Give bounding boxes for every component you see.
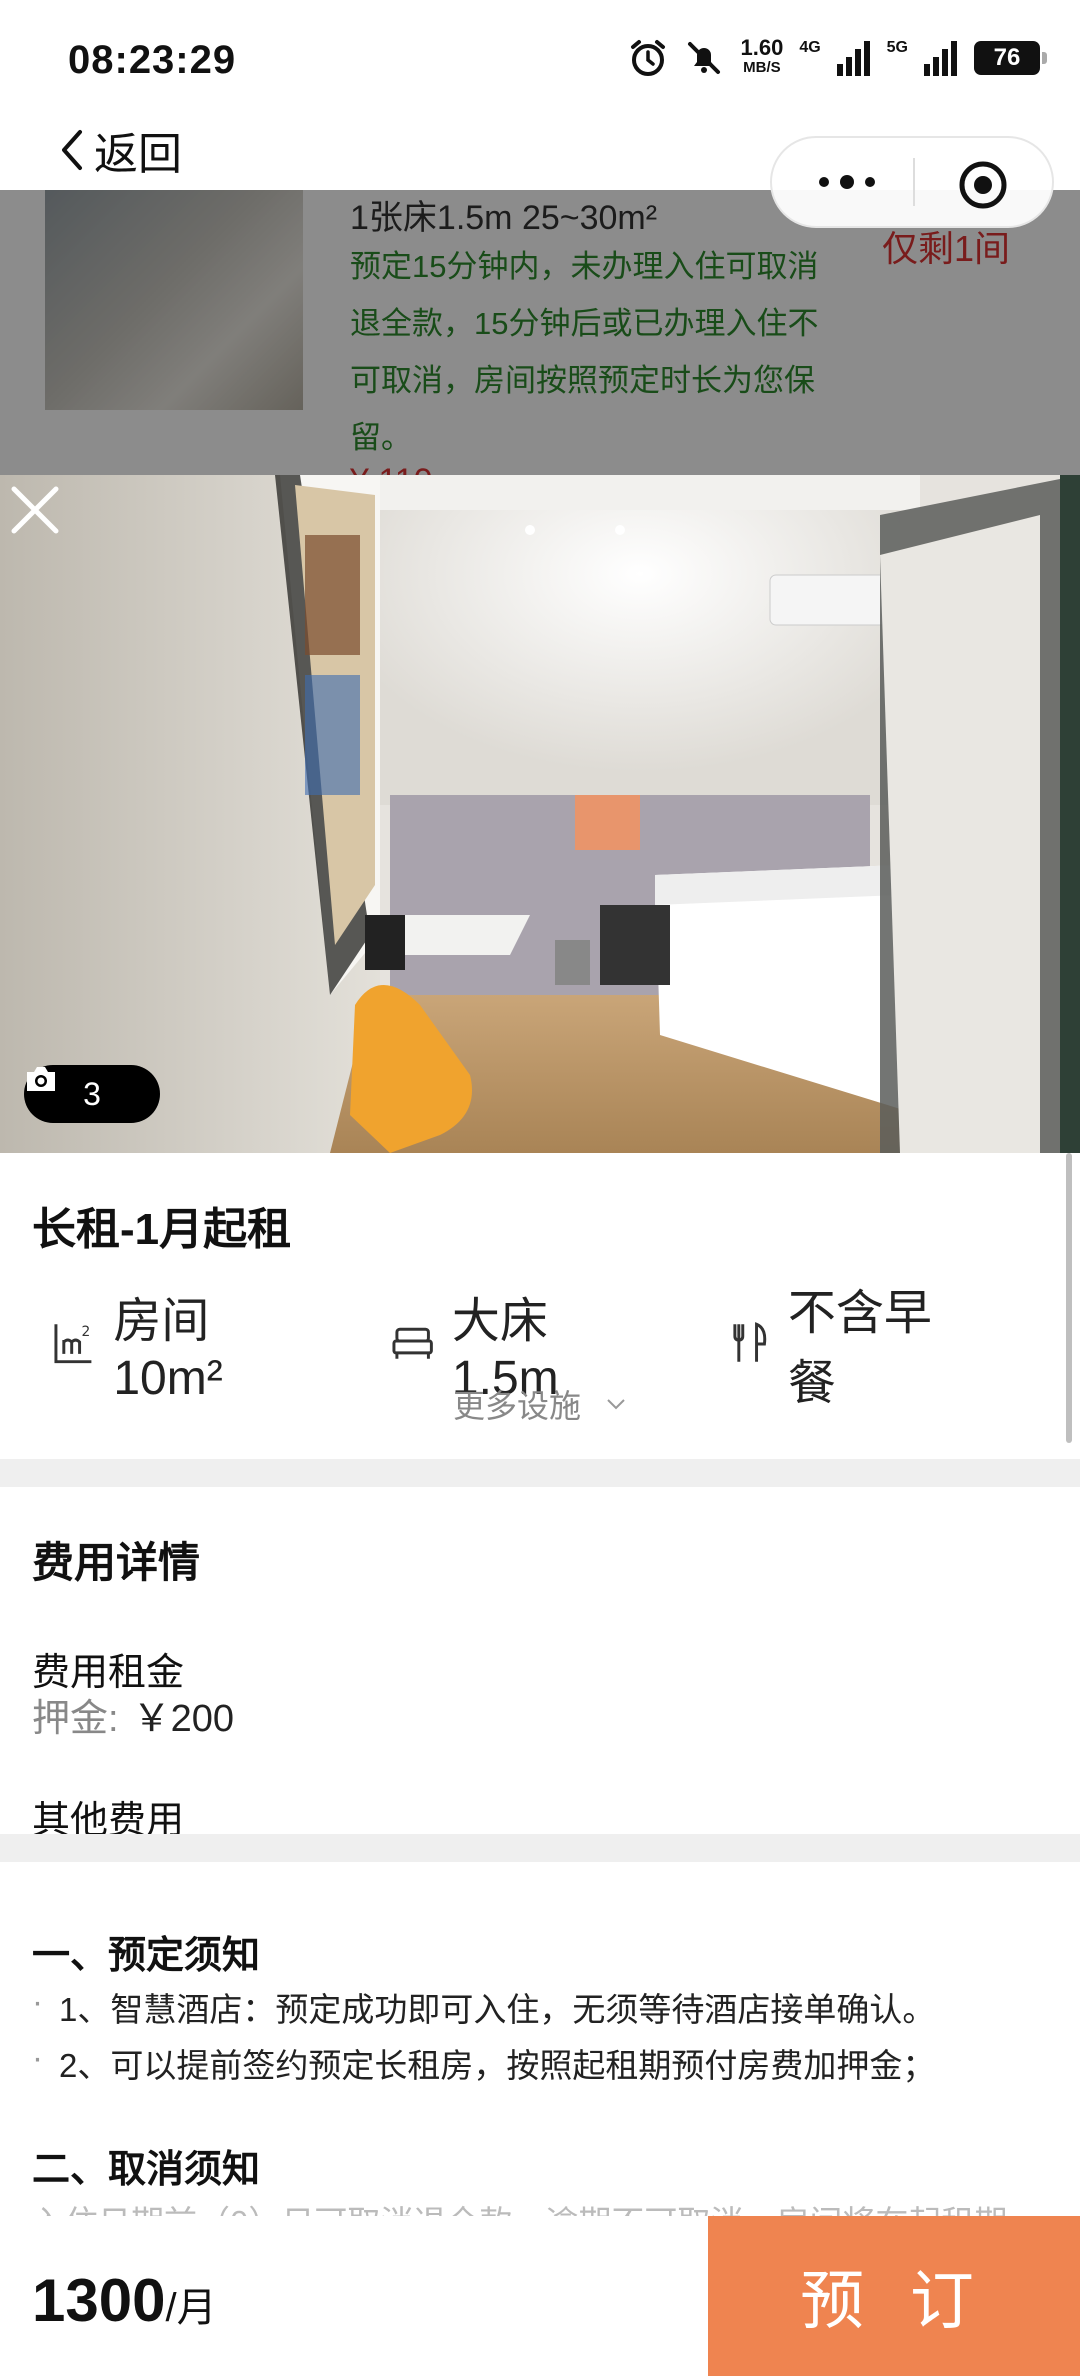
fee-deposit-value: ￥200 bbox=[132, 1698, 234, 1740]
booking-notice-title: 一、预定须知 bbox=[32, 1935, 261, 1977]
more-facilities-button[interactable]: 更多设施 bbox=[0, 1381, 1080, 1427]
signal-1-label: 4G bbox=[799, 39, 821, 56]
chevron-left-icon bbox=[62, 130, 82, 170]
booking-notice-item: · 1、智慧酒店：预定成功即可入住，无须等待酒店接单确认。 bbox=[32, 1983, 935, 2031]
alarm-icon bbox=[631, 40, 666, 76]
signal-1-icon bbox=[836, 41, 870, 76]
back-button[interactable]: 返回 bbox=[56, 110, 182, 190]
status-time: 08:23:29 bbox=[68, 38, 237, 82]
miniprogram-capsule bbox=[770, 136, 1054, 228]
capsule-divider bbox=[913, 158, 915, 206]
fee-deposit-label: 押金: bbox=[32, 1698, 119, 1740]
room-photo-illustration bbox=[0, 475, 1080, 1153]
bullet: · bbox=[32, 1983, 43, 2020]
camera-icon bbox=[27, 1067, 55, 1091]
room-title: 长租-1月起租 bbox=[32, 1205, 292, 1254]
room-detail-sheet: 长租-1月起租 2 房间10m² 大床1.5m 不含早餐 更多设施 费用详情 费… bbox=[0, 1153, 1080, 2216]
svg-text:2: 2 bbox=[82, 1324, 91, 1340]
status-bar: 08:23:29 1.60 MB/S 4G 5G 76 bbox=[0, 0, 1080, 120]
net-speed-unit: MB/S bbox=[743, 59, 781, 76]
modal-backdrop[interactable] bbox=[0, 190, 1080, 475]
booking-notice-item: · 2、可以提前签约预定长租房，按照起租期预付房费加押金； bbox=[32, 2039, 935, 2087]
bed-icon bbox=[392, 1327, 433, 1359]
status-icons: 1.60 MB/S 4G 5G 76 bbox=[628, 35, 1047, 78]
signal-2-icon bbox=[924, 41, 957, 76]
net-speed-value: 1.60 bbox=[740, 35, 784, 60]
section-divider bbox=[0, 1459, 1080, 1487]
book-button[interactable]: 预 订 bbox=[708, 2216, 1080, 2376]
chevron-down-icon bbox=[607, 1399, 625, 1410]
fee-deposit: 押金: ￥200 bbox=[32, 1687, 234, 1742]
back-label: 返回 bbox=[94, 130, 182, 179]
room-photo[interactable]: 3 bbox=[0, 475, 1080, 1153]
price-unit: /月 bbox=[165, 2286, 217, 2330]
bullet: · bbox=[32, 2039, 43, 2076]
booking-notice-text: 2、可以提前签约预定长租房，按照起租期预付房费加押金； bbox=[59, 2047, 936, 2084]
more-facilities-label: 更多设施 bbox=[452, 1388, 581, 1424]
cancel-notice-title: 二、取消须知 bbox=[32, 2149, 261, 2191]
photo-count-badge[interactable]: 3 bbox=[24, 1065, 160, 1123]
cancel-notice-text: 入住日期前（0）日可取消退全款，逾期不可取消，房间将在起租期 bbox=[32, 2196, 1007, 2216]
area-icon: 2 bbox=[54, 1324, 92, 1364]
scroll-indicator[interactable] bbox=[1066, 1153, 1072, 1443]
section-divider bbox=[0, 1834, 1080, 1862]
net-speed: 1.60 MB/S bbox=[740, 35, 784, 78]
cutlery-icon bbox=[732, 1322, 766, 1362]
mute-bell-icon bbox=[688, 42, 721, 74]
booking-notice-text: 1、智慧酒店：预定成功即可入住，无须等待酒店接单确认。 bbox=[59, 1991, 936, 2028]
signal-2-label: 5G bbox=[886, 39, 908, 56]
close-miniprogram-icon[interactable] bbox=[958, 160, 1008, 210]
price-value: 1300 bbox=[32, 2267, 166, 2334]
battery-icon: 76 bbox=[974, 41, 1047, 75]
photo-count: 3 bbox=[83, 1075, 101, 1112]
monthly-price: 1300/月 bbox=[32, 2266, 217, 2335]
fee-section-title: 费用详情 bbox=[32, 1539, 201, 1586]
more-dots-icon[interactable] bbox=[812, 162, 882, 202]
close-photo-icon[interactable] bbox=[0, 475, 70, 545]
